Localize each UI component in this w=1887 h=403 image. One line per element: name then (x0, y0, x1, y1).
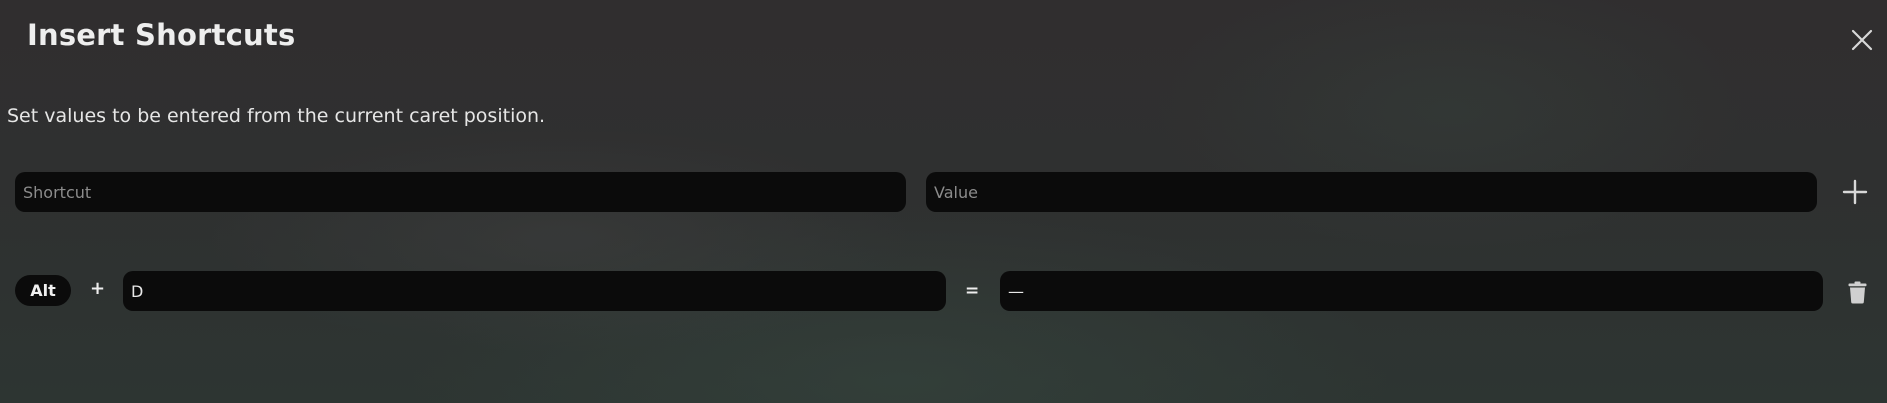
equals-separator: = (965, 281, 980, 301)
delete-shortcut-button[interactable] (1848, 281, 1867, 304)
add-shortcut-button[interactable] (1842, 179, 1868, 205)
close-button[interactable] (1850, 28, 1874, 52)
shortcut-key-input[interactable] (123, 271, 946, 311)
trash-icon (1848, 281, 1867, 304)
shortcut-value-input[interactable] (1000, 271, 1823, 311)
shortcut-input[interactable] (15, 172, 906, 212)
plus-icon (1842, 179, 1868, 205)
dialog-title: Insert Shortcuts (27, 18, 296, 52)
value-input[interactable] (926, 172, 1817, 212)
plus-separator: + (90, 278, 106, 299)
modifier-badge[interactable]: Alt (15, 275, 71, 306)
dialog-description: Set values to be entered from the curren… (7, 105, 546, 127)
close-icon (1851, 29, 1873, 51)
